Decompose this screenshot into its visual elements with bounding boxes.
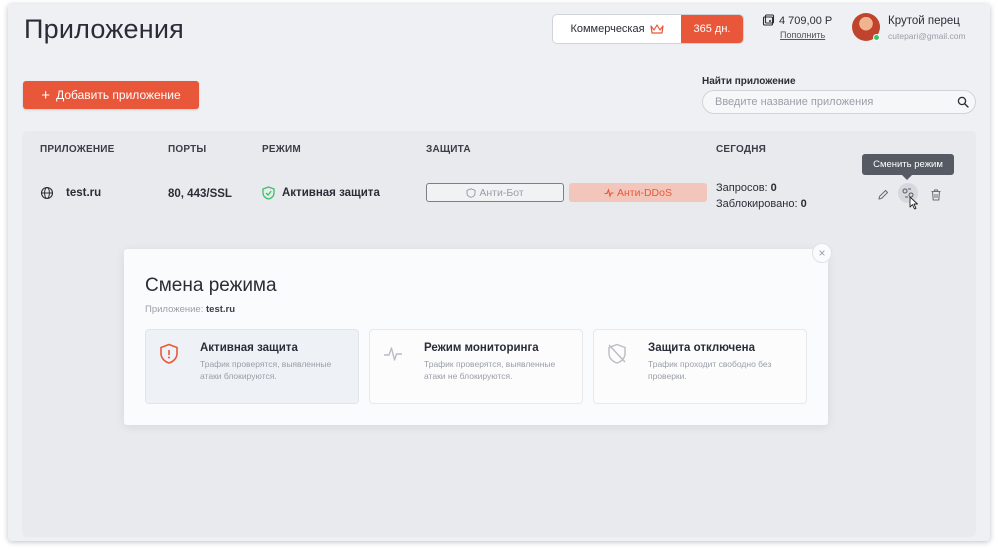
search-input[interactable] xyxy=(703,91,943,113)
anti-ddos-label: Анти-DDoS xyxy=(617,186,672,199)
search-box[interactable] xyxy=(702,90,976,114)
app-ports: 80, 443/SSL xyxy=(168,188,232,200)
blocked-label: Заблокировано: xyxy=(716,198,798,210)
bot-icon xyxy=(466,187,476,198)
search-icon[interactable] xyxy=(957,96,969,108)
app-mode: Активная защита xyxy=(262,186,380,200)
online-status-dot xyxy=(873,34,880,41)
change-mode-tooltip: Сменить режим xyxy=(862,154,954,180)
shield-off-icon xyxy=(608,343,626,364)
balance-amount: 4 709,00 Р xyxy=(779,14,833,27)
mode-option-desc: Трафик проходит свободно без проверки. xyxy=(648,359,772,381)
modal-app-value: test.ru xyxy=(206,304,236,315)
anti-bot-label: Анти-Бот xyxy=(479,186,524,199)
search-label: Найти приложение xyxy=(702,76,796,87)
edit-icon[interactable] xyxy=(876,188,890,202)
trash-icon[interactable] xyxy=(929,188,943,202)
user-name[interactable]: Крутой перец xyxy=(888,15,960,27)
mode-option-active[interactable]: Активная защита Трафик проверятся, выявл… xyxy=(145,329,359,404)
modal-app-label: Приложение: xyxy=(145,304,204,315)
pulse-small-icon xyxy=(604,187,614,198)
modal-close-button[interactable]: × xyxy=(812,243,832,263)
globe-icon xyxy=(40,186,54,200)
mode-option-title: Активная защита xyxy=(200,342,298,354)
add-app-button[interactable]: + Добавить приложение xyxy=(23,81,199,109)
wallet-icon xyxy=(762,14,775,26)
shield-icon xyxy=(160,343,178,364)
add-app-button-label: Добавить приложение xyxy=(56,88,181,102)
table-row-app[interactable]: test.ru xyxy=(40,186,101,200)
page-title: Приложения xyxy=(24,14,184,44)
balance: 4 709,00 Р Пополнить xyxy=(762,14,832,40)
app-name[interactable]: test.ru xyxy=(66,187,101,199)
plan-days: 365 дн. xyxy=(681,15,743,43)
mode-option-title: Защита отключена xyxy=(648,342,755,354)
mode-option-desc: Трафик проверятся, выявленные атаки блок… xyxy=(200,359,332,381)
today-stats: Запросов: 0 Заблокировано: 0 xyxy=(716,180,807,212)
anti-bot-toggle[interactable]: Анти-Бот xyxy=(426,183,564,202)
requests-value: 0 xyxy=(770,182,777,194)
app-mode-label: Активная защита xyxy=(282,187,380,199)
col-header-protection: ЗАЩИТА xyxy=(426,144,471,155)
mode-option-monitoring[interactable]: Режим мониторинга Трафик проверятся, выя… xyxy=(369,329,583,404)
anti-ddos-toggle[interactable]: Анти-DDoS xyxy=(569,183,707,202)
user-email: cutepari@gmail.com xyxy=(888,31,966,41)
mouse-cursor-icon xyxy=(909,196,918,210)
plan-name: Коммерческая xyxy=(553,15,681,43)
col-header-today: СЕГОДНЯ xyxy=(716,144,767,155)
col-header-app: ПРИЛОЖЕНИЕ xyxy=(40,144,115,155)
plan-badge[interactable]: Коммерческая 365 дн. xyxy=(552,14,744,44)
topup-link[interactable]: Пополнить xyxy=(780,30,832,40)
col-header-mode: РЕЖИМ xyxy=(262,144,301,155)
requests-label: Запросов: xyxy=(716,182,768,194)
modal-title: Смена режима xyxy=(145,275,277,296)
pulse-icon xyxy=(384,347,402,361)
mode-option-title: Режим мониторинга xyxy=(424,342,539,354)
mode-option-desc: Трафик проверятся, выявленные атаки не б… xyxy=(424,359,556,381)
blocked-value: 0 xyxy=(800,198,807,210)
crown-icon xyxy=(649,24,664,34)
plus-icon: + xyxy=(41,86,51,104)
modal-app-info: Приложение: test.ru xyxy=(145,304,235,315)
mode-option-disabled[interactable]: Защита отключена Трафик проходит свободн… xyxy=(593,329,807,404)
col-header-ports: ПОРТЫ xyxy=(168,144,207,155)
plan-name-label: Коммерческая xyxy=(570,23,645,35)
shield-check-icon xyxy=(262,186,275,200)
